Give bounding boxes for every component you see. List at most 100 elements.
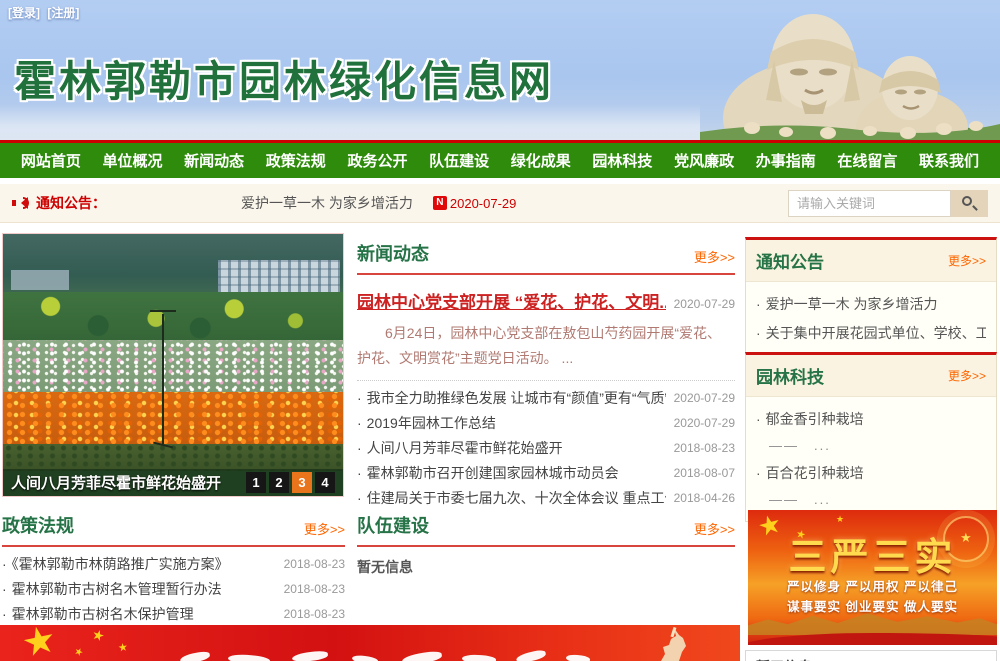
nav-item-contact[interactable]: 联系我们 (919, 150, 979, 171)
pager-3[interactable]: 3 (292, 472, 312, 493)
news-list: 我市全力助推绿色发展 让城市有“颜值”更有“气质” 2020-07-29 201… (357, 385, 735, 510)
auth-links: [登录] [注册] (8, 4, 83, 21)
slider-pager: 1 2 3 4 (246, 472, 335, 493)
search-icon (962, 196, 972, 206)
party-banner-line2: 谋事要实 创业要实 做人要实 (748, 596, 997, 615)
star-icon: ★ (836, 514, 844, 525)
news-item-date: 2020-07-29 (674, 391, 735, 405)
news-row: 人间八月芳菲尽霍市鲜花始盛开 2018-08-23 (357, 435, 735, 460)
party-banner-line1: 严以修身 严以用权 严以律己 (748, 576, 997, 595)
photo-slider[interactable]: 人间八月芳菲尽霍市鲜花始盛开 1 2 3 4 (2, 233, 344, 497)
tech-item-link[interactable]: 郁金香引种栽培 (756, 405, 986, 434)
policy-item-link[interactable]: 霍林郭勒市古树名木保护管理 (2, 604, 276, 624)
nav-item-policy[interactable]: 政策法规 (266, 150, 326, 171)
cloud-band (0, 104, 700, 140)
slider-caption-bar: 人间八月芳菲尽霍市鲜花始盛开 1 2 3 4 (3, 469, 343, 496)
news-title: 新闻动态 (357, 240, 429, 266)
bottom-propaganda-banner[interactable]: ★ ★ ★ ★ (0, 625, 740, 661)
party-banner[interactable]: ★ ★ ★ 三严三实 严以修身 严以用权 严以律己 谋事要实 创业要实 做人要实 (748, 510, 997, 645)
policy-row: 霍林郭勒市古树名木保护管理 2018-08-23 (2, 601, 345, 626)
news-row: 2019年园林工作总结 2020-07-29 (357, 410, 735, 435)
news-item-date: 2018-04-26 (674, 491, 735, 505)
star-icon: ★ (18, 625, 61, 661)
news-row: 我市全力助推绿色发展 让城市有“颜值”更有“气质” 2020-07-29 (357, 385, 735, 410)
star-icon: ★ (117, 640, 129, 654)
slider-image (3, 234, 343, 496)
policy-item-link[interactable]: 霍林郭勒市古树名木管理暂行办法 (2, 579, 276, 599)
news-item-link[interactable]: 人间八月芳菲尽霍市鲜花始盛开 (357, 438, 666, 458)
statue-silhouette (648, 627, 688, 661)
nav-item-news[interactable]: 新闻动态 (184, 150, 244, 171)
search-button[interactable] (951, 190, 988, 217)
tech-box-title: 园林科技 (756, 363, 824, 388)
search-box (788, 190, 988, 217)
pager-4[interactable]: 4 (315, 472, 335, 493)
news-more-link[interactable]: 更多>> (694, 247, 735, 266)
slider-caption[interactable]: 人间八月芳菲尽霍市鲜花始盛开 (11, 472, 221, 493)
pager-2[interactable]: 2 (269, 472, 289, 493)
sidebar-tech-box: 园林科技 更多>> 郁金香引种栽培 —— ... 百合花引种栽培 —— ... (745, 352, 997, 522)
section-policy: 政策法规 更多>> 《霍林郭勒市林荫路推广实施方案》 2018-08-23 霍林… (2, 512, 345, 626)
tech-item-sub: —— ... (756, 434, 986, 459)
news-item-date: 2018-08-23 (674, 441, 735, 455)
nav-item-message[interactable]: 在线留言 (837, 150, 897, 171)
site-title: 霍林郭勒市园林绿化信息网 (14, 48, 554, 109)
notice-label: 通知公告： (36, 193, 106, 213)
new-badge-icon: N (433, 196, 447, 210)
search-input[interactable] (788, 190, 951, 217)
policy-item-date: 2018-08-23 (284, 557, 345, 571)
policy-item-link[interactable]: 《霍林郭勒市林荫路推广实施方案》 (2, 554, 276, 574)
policy-item-date: 2018-08-23 (284, 607, 345, 621)
nav-item-guide[interactable]: 办事指南 (756, 150, 816, 171)
tech-item-link[interactable]: 百合花引种栽培 (756, 459, 986, 488)
pager-1[interactable]: 1 (246, 472, 266, 493)
nav-item-party[interactable]: 党风廉政 (674, 150, 734, 171)
news-row: 住建局关于市委七届九次、十次全体会议 重点工作任... 2018-04-26 (357, 485, 735, 510)
team-empty-text: 暂无信息 (357, 557, 735, 577)
speaker-icon (12, 195, 30, 211)
section-team: 队伍建设 更多>> 暂无信息 (357, 512, 735, 577)
policy-title: 政策法规 (2, 512, 74, 538)
login-link[interactable]: [登录] (8, 6, 40, 20)
policy-row: 《霍林郭勒市林荫路推广实施方案》 2018-08-23 (2, 551, 345, 576)
notice-item-link[interactable]: 爱护一草一木 为家乡增活力 (756, 290, 986, 319)
notice-item-link[interactable]: 关于集中开展花园式单位、学校、工厂... (756, 319, 986, 348)
star-icon: ★ (72, 646, 85, 660)
news-item-date: 2018-08-07 (674, 466, 735, 480)
party-banner-title: 三严三实 (748, 526, 997, 581)
notice-date: 2020-07-29 (450, 196, 517, 211)
news-item-link[interactable]: 霍林郭勒市召开创建国家园林城市动员会 (357, 463, 666, 483)
policy-row: 霍林郭勒市古树名木管理暂行办法 2018-08-23 (2, 576, 345, 601)
notices-more-link[interactable]: 更多>> (948, 252, 986, 269)
news-item-link[interactable]: 住建局关于市委七届九次、十次全体会议 重点工作任... (357, 488, 666, 508)
main-nav: 网站首页 单位概况 新闻动态 政策法规 政务公开 队伍建设 绿化成果 园林科技 … (0, 140, 1000, 178)
nav-item-tech[interactable]: 园林科技 (592, 150, 652, 171)
header-banner: [登录] [注册] 霍林郭勒市园林绿化信息网 (0, 0, 1000, 140)
notices-box-title: 通知公告 (756, 248, 824, 273)
bottom-right-box: 暂无信息 (745, 650, 997, 661)
featured-news-title[interactable]: 园林中心党支部开展 “爱花、护花、文明... (357, 288, 666, 313)
notice-announcement-link[interactable]: 爱护一草一木 为家乡增活力 (241, 193, 413, 213)
nav-item-home[interactable]: 网站首页 (21, 150, 81, 171)
nav-item-about[interactable]: 单位概况 (102, 150, 162, 171)
genghis-khan-statues-image (700, 0, 1000, 140)
sidebar-notices-box: 通知公告 更多>> 爱护一草一木 为家乡增活力 关于集中开展花园式单位、学校、工… (745, 237, 997, 358)
notice-bar: 通知公告： 爱护一草一木 为家乡增活力 N 2020-07-29 (0, 184, 1000, 223)
team-title: 队伍建设 (357, 512, 429, 538)
page: [登录] [注册] 霍林郭勒市园林绿化信息网 网站首页 单位概况 新闻动态 政策… (0, 0, 1000, 661)
policy-item-date: 2018-08-23 (284, 582, 345, 596)
featured-news-summary: 6月24日，园林中心党支部在敖包山芍药园开展“爱花、护花、文明赏花”主题党日活动… (357, 321, 735, 381)
tech-more-link[interactable]: 更多>> (948, 367, 986, 384)
news-item-link[interactable]: 我市全力助推绿色发展 让城市有“颜值”更有“气质” (357, 388, 666, 408)
news-item-link[interactable]: 2019年园林工作总结 (357, 413, 666, 433)
star-icon: ★ (90, 625, 107, 645)
section-news: 新闻动态 更多>> 园林中心党支部开展 “爱花、护花、文明... 2020-07… (357, 240, 735, 510)
nav-item-team[interactable]: 队伍建设 (429, 150, 489, 171)
news-row: 霍林郭勒市召开创建国家园林城市动员会 2018-08-07 (357, 460, 735, 485)
nav-item-gov-affairs[interactable]: 政务公开 (347, 150, 407, 171)
policy-more-link[interactable]: 更多>> (304, 519, 345, 538)
register-link[interactable]: [注册] (47, 6, 79, 20)
nav-item-achievements[interactable]: 绿化成果 (511, 150, 571, 171)
team-more-link[interactable]: 更多>> (694, 519, 735, 538)
policy-list: 《霍林郭勒市林荫路推广实施方案》 2018-08-23 霍林郭勒市古树名木管理暂… (2, 551, 345, 626)
